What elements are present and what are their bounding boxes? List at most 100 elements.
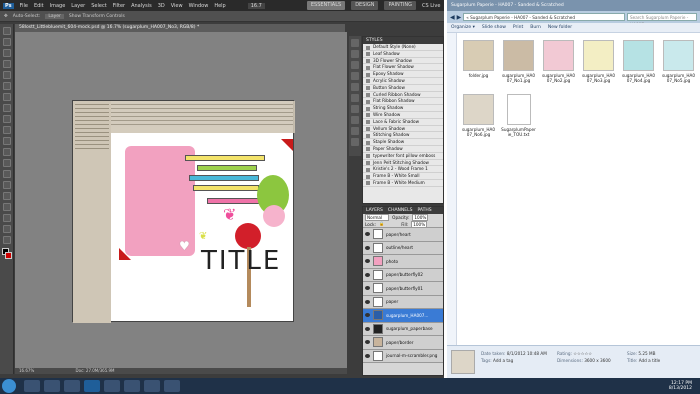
layer-row[interactable]: photo	[363, 255, 443, 269]
style-item[interactable]: Epoxy Shadow	[363, 71, 443, 78]
slideshow-button[interactable]: Slide show	[482, 25, 506, 30]
hand-tool-icon[interactable]	[2, 225, 11, 233]
shape-tool-icon[interactable]	[2, 214, 11, 222]
menu-view[interactable]: View	[171, 3, 183, 9]
eye-icon[interactable]	[365, 299, 370, 304]
ps-logo[interactable]: Ps	[3, 2, 14, 9]
move-tool-icon[interactable]	[2, 27, 11, 35]
cs-live-button[interactable]: CS Live	[422, 3, 440, 9]
blur-tool-icon[interactable]	[2, 159, 11, 167]
type-tool-icon[interactable]	[2, 192, 11, 200]
new-folder-button[interactable]: New folder	[548, 25, 572, 30]
chrome-icon[interactable]	[124, 380, 140, 392]
style-item[interactable]: Paper Shadow	[363, 146, 443, 153]
eye-icon[interactable]	[365, 245, 370, 250]
menu-filter[interactable]: Filter	[113, 3, 125, 9]
history-icon[interactable]	[351, 39, 359, 47]
background-color-swatch[interactable]	[5, 252, 12, 259]
search-input[interactable]: Search Sugarplum Paperie - HA007	[627, 13, 697, 27]
tab-channels[interactable]: CHANNELS	[388, 207, 413, 214]
style-item[interactable]: typewriter font pillow emboss	[363, 153, 443, 160]
status-zoom[interactable]: 16.67%	[19, 368, 34, 373]
move-tool-icon[interactable]: ✥	[4, 14, 8, 19]
ie-icon[interactable]	[24, 380, 40, 392]
masks-icon[interactable]	[351, 83, 359, 91]
folder-icon[interactable]	[164, 380, 180, 392]
transform-controls-checkbox[interactable]: Show Transform Controls	[69, 14, 125, 19]
eye-icon[interactable]	[365, 313, 370, 318]
rating-stars[interactable]: ☆☆☆☆☆	[573, 351, 592, 356]
file-item[interactable]: sugarplum_HA007_No2.jpg	[541, 40, 576, 90]
mail-icon[interactable]	[144, 380, 160, 392]
zoom-box[interactable]: 16.7	[247, 2, 265, 9]
lasso-tool-icon[interactable]	[2, 49, 11, 57]
eyedropper-icon[interactable]	[2, 82, 11, 90]
workspace-essentials[interactable]: ESSENTIALS	[306, 1, 346, 10]
document-canvas[interactable]: ❦ ❦ ♥ TITLE	[72, 100, 295, 323]
tab-layers[interactable]: LAYERS	[366, 207, 383, 214]
layer-row[interactable]: journal-m-scrambler.png	[363, 349, 443, 363]
style-item[interactable]: Jenn Pelt Stitching Shadow	[363, 160, 443, 167]
menu-image[interactable]: Image	[50, 3, 66, 9]
style-item[interactable]: Vellum Shadow	[363, 126, 443, 133]
file-item[interactable]: folder.jpg	[461, 40, 496, 90]
style-item[interactable]: Frame B - White Medium	[363, 180, 443, 187]
clone-stamp-icon[interactable]	[2, 115, 11, 123]
tags-value[interactable]: Add a tag	[493, 358, 513, 363]
crop-tool-icon[interactable]	[2, 71, 11, 79]
paragraph-icon[interactable]	[351, 105, 359, 113]
style-item[interactable]: Wire Shadow	[363, 112, 443, 119]
style-item[interactable]: Acrylic Shadow	[363, 78, 443, 85]
forward-icon[interactable]: ▶	[457, 14, 462, 21]
organize-button[interactable]: Organize ▾	[451, 25, 475, 30]
layer-row[interactable]: sugarplum_paperbase	[363, 322, 443, 336]
burn-button[interactable]: Burn	[530, 25, 541, 30]
file-item[interactable]: sugarplum_HA007_No3.jpg	[581, 40, 616, 90]
style-item[interactable]: Frame B - White Small	[363, 173, 443, 180]
file-item[interactable]: sugarplum_HA007_No1.jpg	[501, 40, 536, 90]
eye-icon[interactable]	[365, 353, 370, 358]
style-item[interactable]: Button Shadow	[363, 85, 443, 92]
style-item[interactable]: Leaf Shadow	[363, 51, 443, 58]
explorer-icon[interactable]	[44, 380, 60, 392]
pen-tool-icon[interactable]	[2, 181, 11, 189]
clone-source-icon[interactable]	[351, 127, 359, 135]
menu-edit[interactable]: Edit	[34, 3, 44, 9]
zoom-tool-icon[interactable]	[2, 236, 11, 244]
style-item[interactable]: Lace & Fabric Shadow	[363, 119, 443, 126]
brush-tool-icon[interactable]	[2, 104, 11, 112]
layer-row[interactable]: paper/border	[363, 336, 443, 350]
file-item[interactable]: SugarplumPaperie_TOU.txt	[501, 94, 536, 144]
layer-row[interactable]: paper/butterfly02	[363, 268, 443, 282]
healing-brush-icon[interactable]	[2, 93, 11, 101]
marquee-tool-icon[interactable]	[2, 38, 11, 46]
style-item[interactable]: Flat Flower Shadow	[363, 64, 443, 72]
menu-3d[interactable]: 3D	[158, 3, 165, 9]
character-icon[interactable]	[351, 94, 359, 102]
menu-analysis[interactable]: Analysis	[131, 3, 152, 9]
layer-row[interactable]: paper/butterfly01	[363, 282, 443, 296]
brush-presets-icon[interactable]	[351, 116, 359, 124]
eye-icon[interactable]	[365, 286, 370, 291]
eye-icon[interactable]	[365, 272, 370, 277]
style-item[interactable]: Default Style (None)	[363, 44, 443, 51]
canvas-area[interactable]: ❦ ❦ ♥ TITLE	[15, 32, 347, 368]
history-brush-icon[interactable]	[2, 126, 11, 134]
address-field[interactable]: « Sugarplum Paperie - HA007 - Sanded & S…	[463, 13, 625, 21]
style-item[interactable]: Curled Ribbon Shadow	[363, 92, 443, 99]
print-button[interactable]: Print	[513, 25, 523, 30]
menu-file[interactable]: File	[20, 3, 28, 9]
auto-select-label[interactable]: Auto-Select:	[13, 14, 41, 19]
actions-icon[interactable]	[351, 50, 359, 58]
dodge-tool-icon[interactable]	[2, 170, 11, 178]
workspace-painting[interactable]: PAINTING	[384, 1, 416, 10]
file-item[interactable]: sugarplum_HA007_No4.jpg	[621, 40, 656, 90]
eye-icon[interactable]	[365, 232, 370, 237]
menu-select[interactable]: Select	[91, 3, 106, 9]
navigation-pane[interactable]	[447, 33, 457, 345]
style-item[interactable]: 3D Flower Shadow	[363, 58, 443, 65]
layer-row-selected[interactable]: sugarplum_HA007...	[363, 309, 443, 323]
layer-row[interactable]: paper/heart	[363, 228, 443, 242]
auto-select-dropdown[interactable]: Layer	[45, 13, 64, 19]
gradient-tool-icon[interactable]	[2, 148, 11, 156]
